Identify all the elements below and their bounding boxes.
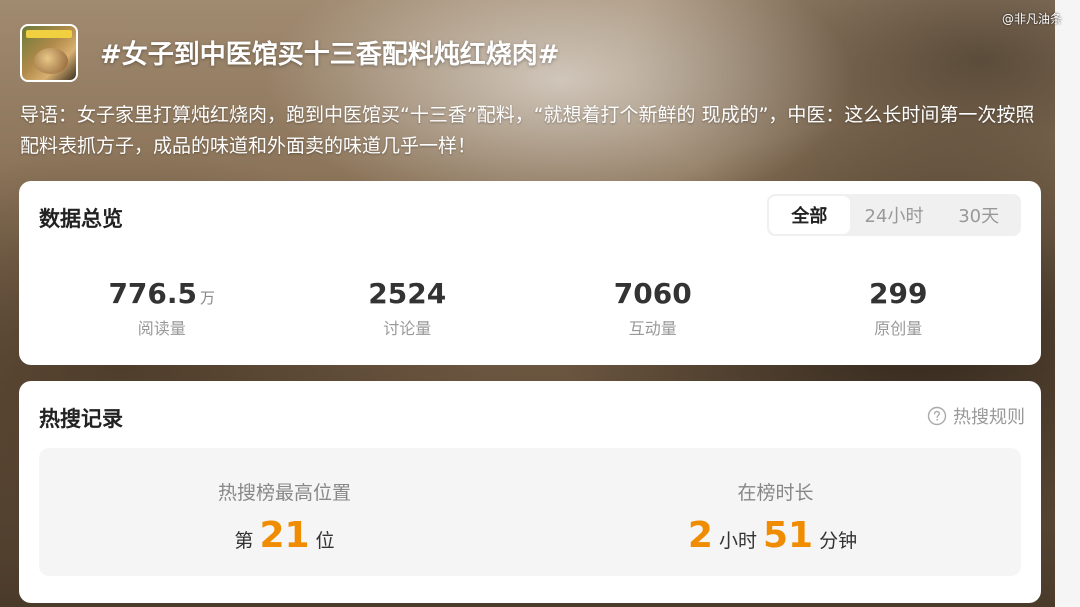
hot-search-rules-link[interactable]: 热搜规则 (927, 403, 1025, 429)
stat-interactions: 7060 互动量 (530, 277, 776, 339)
topic-title: #女子到中医馆买十三香配料炖红烧肉# (100, 40, 560, 70)
stat-value: 2524 (368, 277, 447, 310)
stat-originals: 299 原创量 (776, 277, 1022, 339)
topic-thumbnail (20, 24, 78, 82)
rank-suffix: 位 (315, 530, 335, 552)
question-circle-icon (927, 406, 947, 426)
stat-reads: 776.5 万 阅读量 (39, 277, 285, 339)
highest-rank: 热搜榜最高位置 第 21 位 (39, 448, 530, 576)
hours-value: 2 (687, 515, 713, 556)
hot-search-card: 热搜记录 热搜规则 热搜榜最高位置 第 21 位 在榜时长 2 小时 51 分钟 (19, 381, 1041, 603)
hot-search-stats: 热搜榜最高位置 第 21 位 在榜时长 2 小时 51 分钟 (39, 448, 1021, 576)
stat-label: 讨论量 (383, 319, 432, 338)
stat-value: 7060 (613, 277, 692, 310)
tab-30d[interactable]: 30天 (938, 196, 1019, 234)
stat-value: 776.5 (108, 277, 198, 310)
topic-intro: 导语：女子家里打算炖红烧肉，跑到中医馆买“十三香”配料，“就想着打个新鲜的 现成… (20, 104, 1035, 157)
minutes-unit: 分钟 (819, 530, 858, 552)
hours-unit: 小时 (718, 530, 757, 552)
watermark: @非凡油条 (1001, 12, 1062, 26)
stat-value: 299 (869, 277, 928, 310)
time-on-list-label: 在榜时长 (737, 482, 814, 504)
minutes-value: 51 (762, 515, 814, 556)
rank-value: 21 (259, 515, 310, 556)
tab-all[interactable]: 全部 (769, 196, 850, 234)
stat-label: 阅读量 (137, 319, 186, 338)
scroll-gutter (1055, 0, 1080, 607)
rules-label: 热搜规则 (953, 407, 1025, 428)
stats-row: 776.5 万 阅读量 2524 讨论量 7060 互动量 299 原创量 (39, 277, 1021, 339)
hot-search-title: 热搜记录 (39, 407, 123, 431)
stat-label: 原创量 (874, 319, 923, 338)
data-overview-card: 数据总览 全部 24小时 30天 776.5 万 阅读量 2524 讨论量 70… (19, 181, 1041, 365)
time-on-list: 在榜时长 2 小时 51 分钟 (530, 448, 1021, 576)
rank-prefix: 第 (234, 530, 254, 552)
tab-24h[interactable]: 24小时 (854, 196, 935, 234)
overview-title: 数据总览 (39, 207, 123, 231)
highest-rank-label: 热搜榜最高位置 (217, 482, 351, 504)
time-range-tabs: 全部 24小时 30天 (767, 194, 1021, 236)
stat-label: 互动量 (628, 319, 677, 338)
stat-discussions: 2524 讨论量 (285, 277, 531, 339)
stat-unit: 万 (200, 289, 216, 307)
